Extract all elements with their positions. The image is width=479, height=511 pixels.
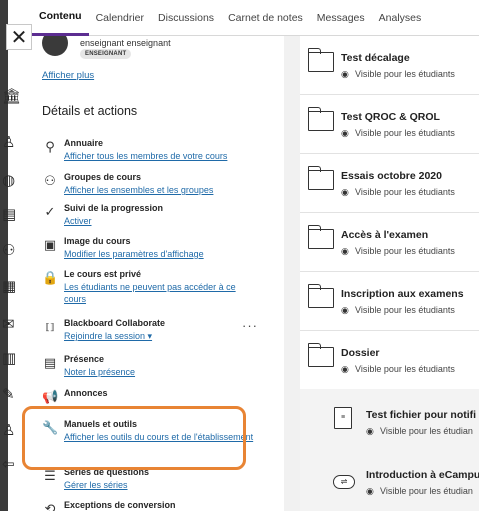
grades-icon[interactable]: ▥ [2,350,20,368]
item-link[interactable]: Les étudiants ne peuvent pas accéder à c… [64,281,254,305]
content-row[interactable]: Accès à l'examen ◉ Visible pour les étudi… [300,213,479,272]
document-icon: ≡ [334,407,352,429]
content-row[interactable]: ⇌ Introduction à eCampu ◉ Visible pour le… [300,449,479,509]
folder-icon [307,284,334,308]
content-row[interactable]: ≡ Test fichier pour notifi ◉ Visible pour… [300,389,479,449]
folder-title[interactable]: Inscription aux examens [341,288,464,300]
folder-icon [307,166,334,190]
tab-messages[interactable]: Messages [310,0,372,36]
item-title: Groupes de cours [64,172,142,182]
item-title: Annuaire [64,138,104,148]
link-icon: ⇌ [333,475,355,489]
item-link[interactable]: Activer [64,215,254,227]
edit-icon[interactable]: ✎ [2,386,20,404]
eye-icon: ◉ [341,128,349,138]
item-title: Blackboard Collaborate [64,318,166,328]
item-title[interactable]: Exceptions de conversion [64,500,176,510]
folder-title[interactable]: Test décalage [341,52,410,64]
content-row[interactable]: Dossier ◉ Visible pour les étudiants [300,331,479,390]
content-row[interactable]: Inscription aux examens ◉ Visible pour le… [300,272,479,331]
lock-icon: 🔒 [42,270,59,285]
visibility-status[interactable]: ◉ Visible pour les étudiants [341,187,455,198]
image-icon: ▣ [43,237,57,252]
visibility-status[interactable]: ◉ Visible pour les étudiants [341,364,455,375]
details-title: Détails et actions [42,104,138,118]
groups-icon: ⚇ [44,173,56,188]
item-link[interactable]: Rejoindre la session ▾ [64,330,254,342]
signout-icon[interactable]: ⇦ [2,456,20,474]
item-title: Le cours est privé [64,269,142,279]
more-options-icon[interactable]: ··· [242,318,258,333]
tab-analyses[interactable]: Analyses [372,0,429,36]
instructor-card [42,36,68,56]
visibility-status[interactable]: ◉ Visible pour les étudian [366,486,473,497]
tab-carnet-de-notes[interactable]: Carnet de notes [221,0,310,36]
globe-icon[interactable]: ◍ [2,172,20,190]
item-title: Image du cours [64,236,131,246]
item-title: Suivi de la progression [64,203,164,213]
visibility-status[interactable]: ◉ Visible pour les étudiants [341,246,455,257]
folder-icon [307,225,334,249]
visibility-status[interactable]: ◉ Visible pour les étudiants [341,69,455,80]
content-row[interactable]: Essais octobre 2020 ◉ Visible pour les ét… [300,154,479,213]
close-button[interactable]: ✕ [6,24,32,50]
tab-discussions[interactable]: Discussions [151,0,221,36]
item-link[interactable]: Gérer les séries [64,479,254,491]
profile-icon[interactable]: ♙ [2,134,20,152]
folder-icon [307,48,334,72]
eye-icon: ◉ [366,426,374,436]
visibility-status[interactable]: ◉ Visible pour les étudian [366,426,473,437]
item-title[interactable]: Annonces [64,388,108,398]
panel-divider [284,36,300,511]
tools-icon[interactable]: ♙ [2,422,20,440]
course-tabs: Contenu Calendrier Discussions Carnet de… [32,0,479,36]
tab-contenu[interactable]: Contenu [32,0,89,36]
messages-icon[interactable]: ✉ [2,316,20,334]
content-row[interactable]: Test décalage ◉ Visible pour les étudiant… [300,36,479,95]
visibility-status[interactable]: ◉ Visible pour les étudiants [341,128,455,139]
eye-icon: ◉ [366,486,374,496]
eye-icon: ◉ [341,69,349,79]
avatar [42,36,68,56]
folder-title[interactable]: Test QROC & QROL [341,111,440,123]
folder-title[interactable]: Essais octobre 2020 [341,170,442,182]
folder-contents: ≡ Test fichier pour notifi ◉ Visible pour… [300,389,479,511]
item-link[interactable]: Afficher les ensembles et les groupes [64,184,254,196]
check-circle-icon: ✓ [44,204,56,219]
organizations-icon[interactable]: ⚇ [2,242,20,260]
item-link[interactable]: Modifier les paramètres d'affichage [64,248,254,260]
highlight-annotation [22,406,246,470]
item-title[interactable]: Introduction à eCampu [366,469,479,481]
eye-icon: ◉ [341,364,349,374]
people-icon: ⚲ [45,139,55,154]
courses-icon[interactable]: ▤ [2,206,20,224]
folder-icon [307,343,334,367]
tab-calendrier[interactable]: Calendrier [89,0,151,36]
item-link[interactable]: Afficher tous les membres de votre cours [64,150,254,162]
eye-icon: ◉ [341,305,349,315]
eye-icon: ◉ [341,187,349,197]
calendar-icon[interactable]: ▦ [2,278,20,296]
item-title: Présence [64,354,105,364]
close-icon: ✕ [10,26,28,49]
visibility-status[interactable]: ◉ Visible pour les étudiants [341,305,455,316]
collaborate-icon: ⟦⟧ [45,322,55,332]
item-link[interactable]: Noter la présence [64,366,254,378]
instructor-name: enseignant enseignant [80,38,171,48]
institution-icon[interactable]: 🏛 [2,88,21,106]
exceptions-icon: ⟲ [44,501,56,511]
folder-title[interactable]: Dossier [341,347,380,359]
folder-title[interactable]: Accès à l'examen [341,229,428,241]
megaphone-icon: 📢 [42,389,59,404]
eye-icon: ◉ [341,246,349,256]
role-badge: ENSEIGNANT [80,49,132,59]
folder-icon [307,107,334,131]
question-bank-icon: ☰ [44,468,56,483]
item-title[interactable]: Test fichier pour notifi [366,409,476,421]
show-more-link[interactable]: Afficher plus [42,70,94,81]
content-list: Test décalage ◉ Visible pour les étudiant… [300,36,479,511]
content-row[interactable]: Test QROC & QROL ◉ Visible pour les étudi… [300,95,479,154]
attendance-icon: ▤ [43,355,57,370]
